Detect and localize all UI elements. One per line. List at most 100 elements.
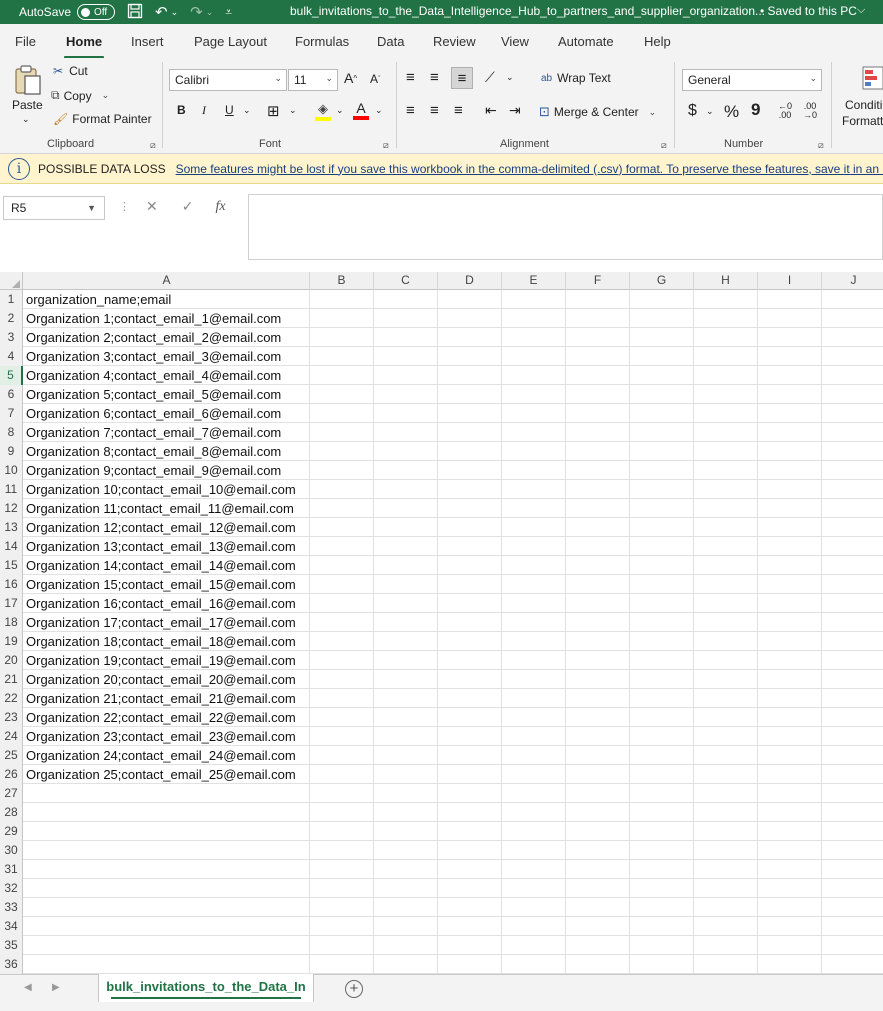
row-header[interactable]: 15	[0, 556, 23, 575]
row-header[interactable]: 33	[0, 898, 23, 917]
conditional-formatting-label-2[interactable]: Formatt	[842, 114, 883, 128]
cell-a[interactable]	[24, 803, 310, 822]
tab-automate[interactable]: Automate	[558, 34, 614, 49]
cell-a[interactable]: Organization 21;contact_email_21@email.c…	[24, 689, 310, 708]
row-header[interactable]: 19	[0, 632, 23, 651]
currency-dropdown-icon[interactable]: ⌄	[706, 106, 714, 117]
cell-a[interactable]: Organization 22;contact_email_22@email.c…	[24, 708, 310, 727]
prev-sheet-icon[interactable]: ◀	[24, 982, 32, 993]
fill-color-button[interactable]: ◈	[315, 101, 331, 121]
row-header[interactable]: 13	[0, 518, 23, 537]
row-header[interactable]: 11	[0, 480, 23, 499]
cell-a[interactable]: Organization 18;contact_email_18@email.c…	[24, 632, 310, 651]
underline-dropdown-icon[interactable]: ⌄	[243, 105, 251, 116]
row-header[interactable]: 24	[0, 727, 23, 746]
row-header[interactable]: 30	[0, 841, 23, 860]
cell-a[interactable]: Organization 8;contact_email_8@email.com	[24, 442, 310, 461]
cell-a[interactable]: Organization 10;contact_email_10@email.c…	[24, 480, 310, 499]
number-launcher-icon[interactable]: ⧄	[818, 140, 824, 151]
font-size-select[interactable]: 11 ⌄	[288, 69, 338, 91]
merge-center-button[interactable]: ⊡ Merge & Center ⌄	[539, 104, 656, 120]
cell-a[interactable]: Organization 5;contact_email_5@email.com	[24, 385, 310, 404]
cell-a[interactable]: Organization 13;contact_email_13@email.c…	[24, 537, 310, 556]
orientation-icon[interactable]: ⟋	[485, 69, 495, 86]
cell-a[interactable]: Organization 9;contact_email_9@email.com	[24, 461, 310, 480]
align-top-icon[interactable]: ≡	[406, 69, 415, 86]
next-sheet-icon[interactable]: ▶	[52, 982, 60, 993]
row-header[interactable]: 36	[0, 955, 23, 974]
cell-a[interactable]: Organization 4;contact_email_4@email.com	[24, 366, 310, 385]
save-icon[interactable]	[127, 3, 143, 22]
row-header[interactable]: 12	[0, 499, 23, 518]
bold-button[interactable]: B	[177, 103, 186, 117]
fill-dropdown-icon[interactable]: ⌄	[336, 105, 344, 116]
cell-a[interactable]: Organization 2;contact_email_2@email.com	[24, 328, 310, 347]
tab-formulas[interactable]: Formulas	[295, 34, 349, 49]
row-header[interactable]: 9	[0, 442, 23, 461]
customize-toolbar-icon[interactable]: ⩡	[225, 6, 232, 18]
enter-icon[interactable]: ✓	[182, 198, 194, 215]
column-header-c[interactable]: C	[374, 272, 438, 290]
cancel-icon[interactable]: ✕	[146, 198, 158, 215]
row-header[interactable]: 18	[0, 613, 23, 632]
name-box[interactable]: R5 ▼	[3, 196, 105, 220]
font-color-button[interactable]: A	[353, 100, 369, 120]
increase-font-icon[interactable]: A ^	[344, 70, 357, 86]
format-painter-button[interactable]: 🖌 Format Painter	[53, 112, 152, 126]
increase-decimal-icon[interactable]: ←0.00	[778, 102, 792, 120]
percent-button[interactable]: %	[724, 102, 739, 122]
cell-a[interactable]	[24, 898, 310, 917]
tab-home[interactable]: Home	[63, 34, 105, 59]
row-header[interactable]: 28	[0, 803, 23, 822]
copy-button[interactable]: ⧉ Copy ⌄	[51, 88, 109, 103]
row-header[interactable]: 17	[0, 594, 23, 613]
row-header[interactable]: 3	[0, 328, 23, 347]
tab-file[interactable]: File	[15, 34, 36, 49]
column-header-a[interactable]: A	[24, 272, 310, 290]
underline-button[interactable]: U	[225, 103, 234, 117]
add-sheet-button[interactable]: +	[345, 980, 363, 998]
cell-a[interactable]: Organization 14;contact_email_14@email.c…	[24, 556, 310, 575]
row-header[interactable]: 26	[0, 765, 23, 784]
column-header-b[interactable]: B	[310, 272, 374, 290]
cell-a[interactable]: Organization 12;contact_email_12@email.c…	[24, 518, 310, 537]
cell-a[interactable]	[24, 860, 310, 879]
cell-a[interactable]	[24, 841, 310, 860]
currency-button[interactable]: $	[688, 102, 697, 120]
document-title[interactable]: bulk_invitations_to_the_Data_Intelligenc…	[290, 4, 765, 18]
cell-a[interactable]: organization_name;email	[24, 290, 310, 309]
chevron-down-icon[interactable]: ⌵	[857, 4, 865, 17]
column-header-i[interactable]: I	[758, 272, 822, 290]
decrease-indent-icon[interactable]: ⇤	[485, 102, 497, 119]
column-header-g[interactable]: G	[630, 272, 694, 290]
insert-function-icon[interactable]: fx	[215, 199, 225, 215]
row-header[interactable]: 29	[0, 822, 23, 841]
row-header[interactable]: 32	[0, 879, 23, 898]
undo-icon[interactable]: ↶	[155, 5, 168, 20]
cell-a[interactable]: Organization 16;contact_email_16@email.c…	[24, 594, 310, 613]
comma-style-button[interactable]: 9	[751, 100, 760, 120]
row-header[interactable]: 16	[0, 575, 23, 594]
font-color-dropdown-icon[interactable]: ⌄	[375, 105, 383, 116]
cell-a[interactable]: Organization 25;contact_email_25@email.c…	[24, 765, 310, 784]
formula-input[interactable]	[248, 194, 883, 260]
column-header-e[interactable]: E	[502, 272, 566, 290]
select-all-button[interactable]	[0, 272, 23, 290]
cell-a[interactable]: Organization 11;contact_email_11@email.c…	[24, 499, 310, 518]
column-header-h[interactable]: H	[694, 272, 758, 290]
alignment-launcher-icon[interactable]: ⧄	[661, 140, 667, 151]
row-header[interactable]: 27	[0, 784, 23, 803]
row-header[interactable]: 7	[0, 404, 23, 423]
tab-page-layout[interactable]: Page Layout	[194, 34, 267, 49]
row-header[interactable]: 10	[0, 461, 23, 480]
row-header[interactable]: 35	[0, 936, 23, 955]
cell-a[interactable]: Organization 1;contact_email_1@email.com	[24, 309, 310, 328]
cell-a[interactable]	[24, 955, 310, 974]
row-header[interactable]: 4	[0, 347, 23, 366]
increase-indent-icon[interactable]: ⇥	[509, 102, 521, 119]
row-header[interactable]: 6	[0, 385, 23, 404]
autosave-toggle[interactable]: Off	[77, 4, 116, 20]
row-header[interactable]: 21	[0, 670, 23, 689]
tab-help[interactable]: Help	[644, 34, 671, 49]
column-header-f[interactable]: F	[566, 272, 630, 290]
